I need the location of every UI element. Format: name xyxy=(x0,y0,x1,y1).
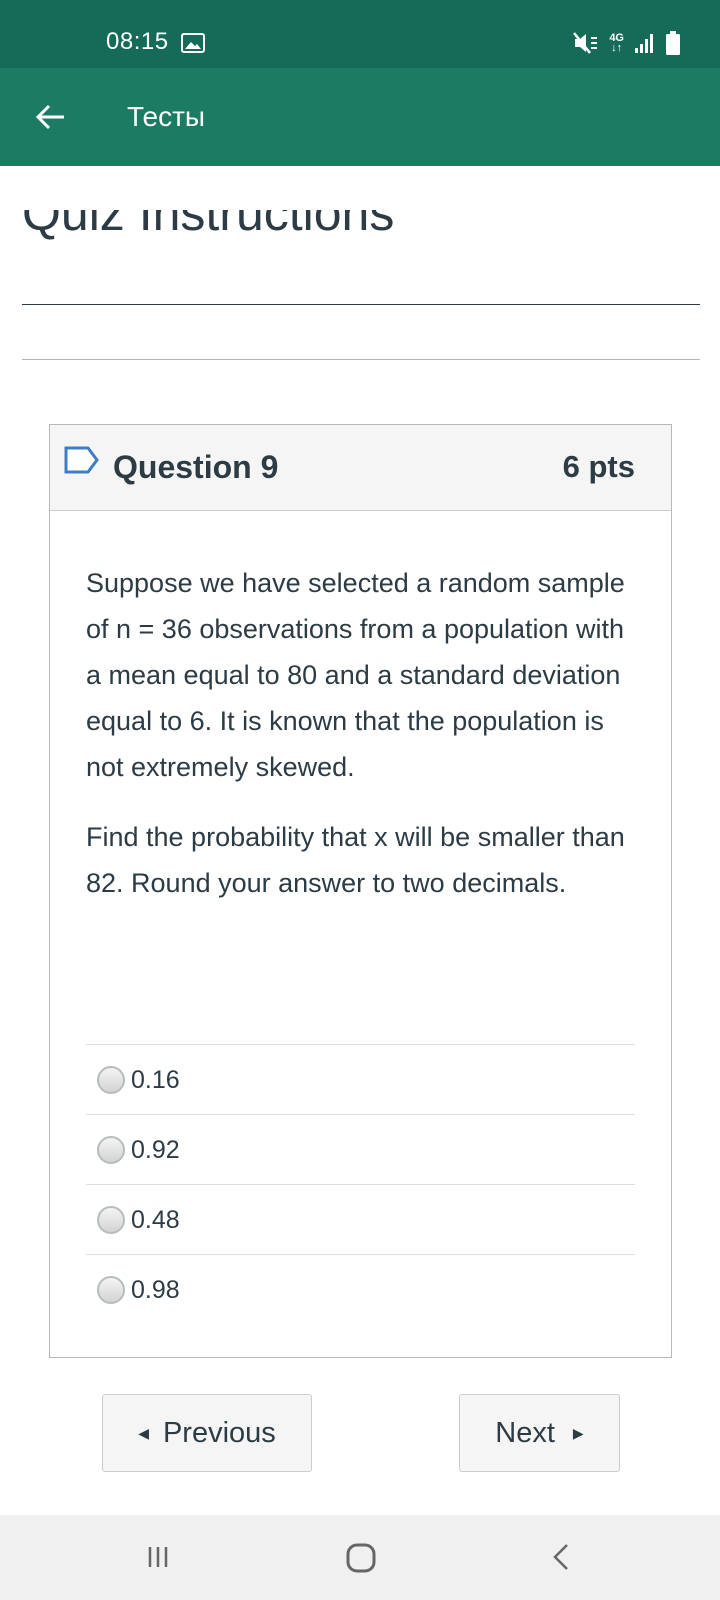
answer-option[interactable]: 0.16 xyxy=(86,1044,635,1114)
question-title: Question 9 xyxy=(113,449,279,485)
status-bar: 08:15 4G ↓↑ xyxy=(0,0,720,68)
signal-icon xyxy=(635,34,653,53)
radio-button[interactable] xyxy=(97,1065,125,1094)
radio-button[interactable] xyxy=(97,1135,125,1164)
question-text: Suppose we have selected a random sample… xyxy=(86,560,646,930)
answer-option[interactable]: 0.98 xyxy=(86,1254,635,1324)
divider xyxy=(22,359,700,360)
question-points: 6 pts xyxy=(562,449,635,484)
question-card: Question 9 6 pts Suppose we have selecte… xyxy=(49,424,672,1358)
mute-icon xyxy=(573,32,598,54)
divider xyxy=(22,304,700,305)
status-icons: 4G ↓↑ xyxy=(573,30,680,56)
image-notification-icon xyxy=(181,33,205,53)
radio-button[interactable] xyxy=(97,1205,125,1234)
caret-right-icon: ▶ xyxy=(572,1424,584,1441)
app-bar: Тесты xyxy=(0,68,720,166)
answer-label: 0.92 xyxy=(131,1135,180,1164)
radio-button[interactable] xyxy=(97,1275,125,1304)
next-label: Next xyxy=(495,1416,555,1449)
data-arrows: ↓↑ xyxy=(611,42,623,54)
question-paragraph: Suppose we have selected a random sample… xyxy=(86,568,625,782)
answer-option[interactable]: 0.92 xyxy=(86,1114,635,1184)
answer-list: 0.16 0.92 0.48 0.98 xyxy=(86,1044,635,1324)
answer-label: 0.98 xyxy=(131,1275,180,1304)
back-icon[interactable] xyxy=(549,1539,573,1575)
battery-icon xyxy=(666,31,680,55)
system-nav-bar xyxy=(0,1515,720,1600)
caret-left-icon: ◀ xyxy=(138,1424,149,1441)
question-header: Question 9 6 pts xyxy=(50,425,671,511)
recent-apps-icon[interactable] xyxy=(146,1539,170,1575)
answer-label: 0.16 xyxy=(131,1065,180,1094)
answer-option[interactable]: 0.48 xyxy=(86,1184,635,1254)
status-time: 08:15 xyxy=(106,28,169,55)
previous-button[interactable]: ◀ Previous xyxy=(102,1394,312,1472)
flag-question-icon[interactable] xyxy=(63,445,101,475)
app-title: Тесты xyxy=(127,101,206,132)
home-icon[interactable] xyxy=(344,1541,378,1575)
previous-label: Previous xyxy=(162,1416,276,1449)
network-4g-icon: 4G ↓↑ xyxy=(609,33,624,54)
next-button[interactable]: Next ▶ xyxy=(459,1394,620,1472)
answer-label: 0.48 xyxy=(131,1205,180,1234)
quiz-heading-container: Quiz Instructions xyxy=(22,210,702,262)
page-title: Quiz Instructions xyxy=(22,210,395,241)
arrow-back-icon[interactable] xyxy=(30,97,70,137)
question-paragraph: Find the probability that x will be smal… xyxy=(86,822,625,898)
